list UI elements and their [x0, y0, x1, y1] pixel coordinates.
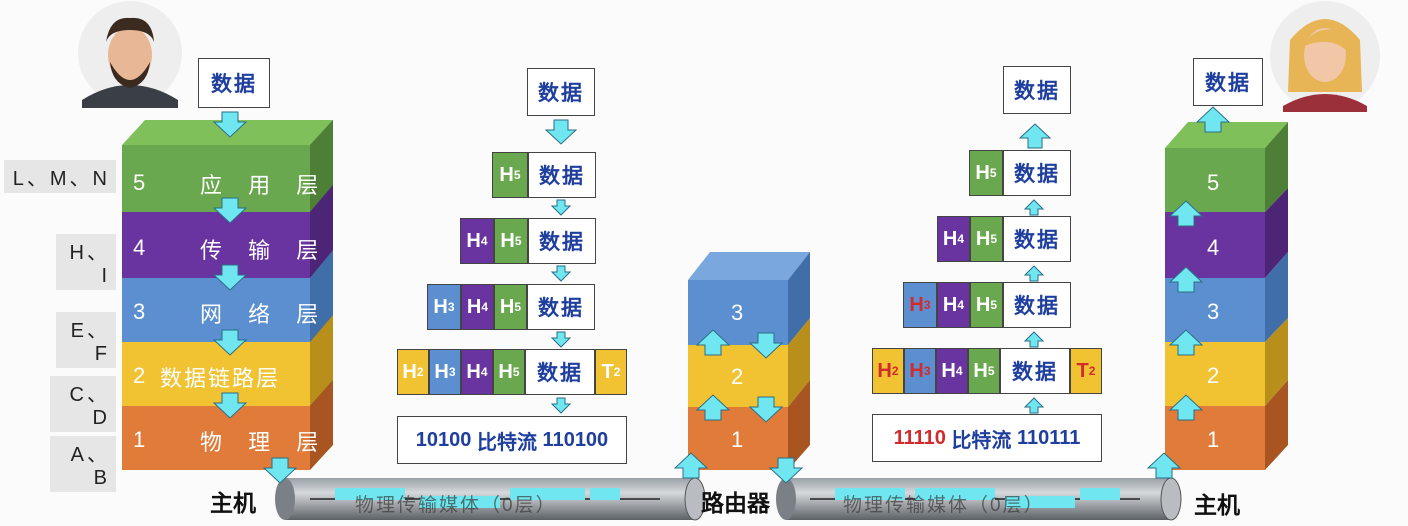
data-segment: 数据 [528, 152, 596, 198]
decap-bitstream: 11110 比特流 110111 [872, 414, 1102, 462]
decap-row-2: H2 H3 H4 H5 数据 T2 [872, 348, 1102, 394]
data-segment: 数据 [1003, 150, 1071, 196]
arrow-down [550, 397, 572, 414]
arrow-down [550, 331, 572, 348]
decap-data-box: 数据 [1003, 66, 1071, 114]
bits-label: 比特流 [951, 429, 1012, 452]
layer-2-number: 2 [133, 363, 146, 388]
h3-header: H3 [429, 349, 461, 395]
h3-header: H3 [904, 348, 936, 394]
right-media-label: 物理传输媒体（0层） [843, 495, 1045, 516]
layer-5-name: 应 用 层 [200, 173, 329, 198]
encap-row-3: H3 H4 H5 数据 [427, 284, 595, 330]
data-segment: 数据 [527, 284, 595, 330]
t2-trailer: T2 [1070, 348, 1102, 394]
side-label-5: L、M、N [4, 160, 116, 193]
woman-avatar-icon [1270, 1, 1380, 112]
layer-2-name: 数据链路层 [160, 366, 281, 391]
arrow-up [1023, 265, 1045, 282]
layer-3-number: 3 [133, 299, 146, 324]
encap-bitstream: 10100 比特流 110100 [397, 416, 627, 464]
arrow-up [1023, 331, 1045, 348]
bits-right: 110111 [1017, 426, 1081, 449]
h5-header: H5 [492, 152, 528, 198]
layer-1-name: 物 理 层 [200, 430, 329, 455]
data-segment: 数据 [528, 218, 596, 264]
h4-header: H4 [936, 348, 968, 394]
decap-row-4: H4 H5 数据 [937, 216, 1071, 262]
h3-header: H3 [427, 284, 461, 330]
side-label-4: H、I [56, 234, 116, 290]
h5-header: H5 [494, 284, 527, 330]
decap-row-5: H5 数据 [969, 150, 1071, 196]
data-segment: 数据 [525, 349, 595, 395]
bits-label: 比特流 [476, 431, 537, 454]
encap-row-2: H2 H3 H4 H5 数据 T2 [397, 349, 627, 395]
decap-row-3: H3 H4 H5 数据 [903, 282, 1071, 328]
layer-4-number: 4 [133, 235, 146, 260]
data-segment: 数据 [1003, 216, 1071, 262]
router-label: 路由器 [701, 490, 770, 516]
bits-left: 10100 [415, 428, 472, 451]
t2-trailer: T2 [595, 349, 627, 395]
left-data-box: 数据 [198, 58, 270, 108]
h4-header: H4 [937, 216, 970, 262]
right-host-label: 主机 [1194, 492, 1240, 518]
h5-header: H5 [970, 282, 1003, 328]
layer-1-number: 1 [133, 427, 146, 452]
encap-row-4: H4 H5 数据 [460, 218, 596, 264]
encap-data-box: 数据 [527, 68, 595, 116]
arrow-down [544, 119, 578, 145]
side-label-2: C、D [50, 376, 116, 432]
layer-3-name: 网 络 层 [200, 302, 329, 327]
h5-header: H5 [968, 348, 1000, 394]
h5-header: H5 [969, 150, 1003, 196]
h5-header: H5 [494, 218, 528, 264]
layer-5-number: 5 [133, 170, 146, 195]
right-layer-3: 3 [1207, 299, 1220, 324]
h3-header: H3 [903, 282, 937, 328]
h5-header: H5 [493, 349, 525, 395]
side-label-3: E、F [56, 312, 116, 368]
bits-right: 110100 [542, 428, 609, 451]
router-layer-2: 2 [731, 364, 744, 389]
arrow-up [1023, 199, 1045, 216]
h2-header: H2 [872, 348, 904, 394]
data-segment: 数据 [1003, 282, 1071, 328]
arrow-up [1018, 123, 1052, 149]
side-label-1: A、B [50, 436, 116, 492]
man-avatar-icon [78, 1, 182, 108]
left-host-label: 主机 [210, 490, 256, 516]
router-layer-1: 1 [731, 427, 744, 452]
encap-row-5: H5 数据 [492, 152, 596, 198]
h4-header: H4 [461, 284, 494, 330]
right-data-box: 数据 [1193, 58, 1263, 106]
router-stack [688, 252, 810, 470]
left-media-label: 物理传输媒体（0层） [355, 495, 557, 516]
layer-4-name: 传 输 层 [200, 238, 329, 263]
right-layer-2: 2 [1207, 363, 1220, 388]
arrow-up [1023, 397, 1045, 414]
data-segment: 数据 [1000, 348, 1070, 394]
h5-header: H5 [970, 216, 1003, 262]
right-layer-4: 4 [1207, 235, 1220, 260]
right-layer-5: 5 [1207, 170, 1220, 195]
h4-header: H4 [937, 282, 970, 328]
arrow-down [550, 265, 572, 282]
h4-header: H4 [461, 349, 493, 395]
right-layer-1: 1 [1207, 427, 1220, 452]
h4-header: H4 [460, 218, 494, 264]
arrow-down [550, 199, 572, 216]
bits-left: 11110 [893, 426, 946, 449]
router-layer-3: 3 [731, 300, 744, 325]
h2-header: H2 [397, 349, 429, 395]
